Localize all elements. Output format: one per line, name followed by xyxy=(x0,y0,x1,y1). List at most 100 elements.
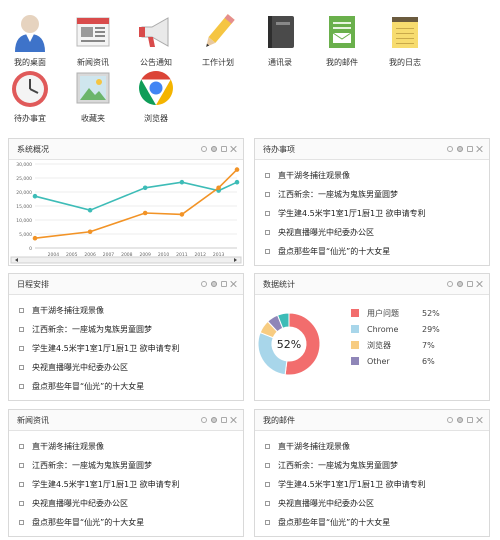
list-item[interactable]: 央视直播曝光中纪委办公区 xyxy=(265,494,489,513)
mail-icon xyxy=(322,12,362,52)
chart-scrollbar xyxy=(10,256,242,264)
list-item[interactable]: 学生建4.5米宇1室1厅1厨1卫 欲申请专利 xyxy=(19,339,243,358)
list-item-text: 学生建4.5米宇1室1厅1厨1卫 欲申请专利 xyxy=(32,480,180,489)
app-browser[interactable]: 浏览器 xyxy=(126,68,186,124)
gear-icon[interactable] xyxy=(457,146,463,152)
expand-icon[interactable] xyxy=(467,281,473,287)
list-item-text: 学生建4.5米宇1室1厅1厨1卫 欲申请专利 xyxy=(32,344,180,353)
refresh-icon[interactable] xyxy=(201,417,207,423)
legend-item: Other 6% xyxy=(351,353,481,369)
legend-swatch xyxy=(351,309,359,317)
close-icon[interactable] xyxy=(231,146,237,152)
list-item[interactable]: 直干湖冬捕往观景像 xyxy=(265,437,489,456)
checkbox-icon xyxy=(265,192,270,197)
expand-icon[interactable] xyxy=(467,417,473,423)
data-point xyxy=(216,185,221,191)
close-icon[interactable] xyxy=(231,281,237,287)
checkbox-icon xyxy=(265,249,270,254)
list-item-text: 学生建4.5米宇1室1厅1厨1卫 欲申请专利 xyxy=(278,480,426,489)
address-book-icon xyxy=(260,12,300,52)
legend-value: 52% xyxy=(422,308,440,318)
data-point xyxy=(179,179,185,185)
gear-icon[interactable] xyxy=(211,281,217,287)
gear-icon[interactable] xyxy=(211,417,217,423)
app-label: 新闻资讯 xyxy=(77,58,109,67)
list-item[interactable]: 央视直播曝光中纪委办公区 xyxy=(19,494,243,513)
refresh-icon[interactable] xyxy=(447,146,453,152)
clock-icon xyxy=(10,68,50,108)
panel-header: 数据统计 xyxy=(255,274,489,295)
app-contacts[interactable]: 通讯录 xyxy=(250,12,310,68)
list-item[interactable]: 江西新余：一座城为鬼族男童圆梦 xyxy=(19,320,243,339)
data-point xyxy=(234,179,240,185)
panel-header: 系统概况 xyxy=(9,139,243,160)
app-todo[interactable]: 待办事宜 xyxy=(0,68,60,124)
list-item[interactable]: 盘点那些年冒“仙光”的十大女星 xyxy=(19,377,243,396)
list-item[interactable]: 学生建4.5米宇1室1厅1厨1卫 欲申请专利 xyxy=(265,204,489,223)
list-item[interactable]: 江西新余：一座城为鬼族男童圆梦 xyxy=(265,185,489,204)
expand-icon[interactable] xyxy=(221,146,227,152)
app-my-journal[interactable]: 我的日志 xyxy=(375,12,435,68)
panel-system-overview: 系统概况 30,000 25,000 20,000 15,000 10,000 5,000… xyxy=(8,138,244,266)
refresh-icon[interactable] xyxy=(201,146,207,152)
list-item-text: 央视直播曝光中纪委办公区 xyxy=(32,499,128,508)
close-icon[interactable] xyxy=(231,417,237,423)
expand-icon[interactable] xyxy=(467,146,473,152)
app-favorites[interactable]: 收藏夹 xyxy=(63,68,123,124)
checkbox-icon xyxy=(19,308,24,313)
legend-swatch xyxy=(351,357,359,365)
refresh-icon[interactable] xyxy=(201,281,207,287)
panel-schedule: 日程安排 直干湖冬捕往观景像 江西新余：一座城为鬼族男童圆梦 学生建4.5米宇1… xyxy=(8,273,244,401)
expand-icon[interactable] xyxy=(221,281,227,287)
list-item[interactable]: 学生建4.5米宇1室1厅1厨1卫 欲申请专利 xyxy=(19,475,243,494)
app-my-desktop[interactable]: 我的桌面 xyxy=(0,12,60,68)
panel-title: 待办事项 xyxy=(263,144,295,154)
expand-icon[interactable] xyxy=(221,417,227,423)
checkbox-icon xyxy=(265,444,270,449)
gear-icon[interactable] xyxy=(211,146,217,152)
legend-label: Other xyxy=(367,356,390,366)
list-item-text: 直干湖冬捕往观景像 xyxy=(278,171,350,180)
panel-header: 我的邮件 xyxy=(255,410,489,431)
app-work-plan[interactable]: 工作计划 xyxy=(188,12,248,68)
user-avatar-icon xyxy=(10,12,50,52)
list-item[interactable]: 央视直播曝光中纪委办公区 xyxy=(19,358,243,377)
checkbox-icon xyxy=(19,444,24,449)
close-icon[interactable] xyxy=(477,146,483,152)
list-item[interactable]: 盘点那些年冒“仙光”的十大女星 xyxy=(265,513,489,532)
gear-icon[interactable] xyxy=(457,281,463,287)
list-item[interactable]: 直干湖冬捕往观景像 xyxy=(265,166,489,185)
panel-title: 我的邮件 xyxy=(263,415,295,425)
panel-tools xyxy=(201,281,243,287)
todo-list: 直干湖冬捕往观景像 江西新余：一座城为鬼族男童圆梦 学生建4.5米宇1室1厅1厨… xyxy=(255,160,489,261)
gear-icon[interactable] xyxy=(457,417,463,423)
refresh-icon[interactable] xyxy=(447,281,453,287)
list-item[interactable]: 盘点那些年冒“仙光”的十大女星 xyxy=(19,513,243,532)
list-item[interactable]: 学生建4.5米宇1室1厅1厨1卫 欲申请专利 xyxy=(265,475,489,494)
list-item[interactable]: 央视直播曝光中纪委办公区 xyxy=(265,223,489,242)
legend-swatch xyxy=(351,341,359,349)
app-news[interactable]: 新闻资讯 xyxy=(63,12,123,68)
list-item[interactable]: 直干湖冬捕往观景像 xyxy=(19,437,243,456)
app-announcements[interactable]: 公告通知 xyxy=(126,12,186,68)
app-my-mail[interactable]: 我的邮件 xyxy=(312,12,372,68)
list-item[interactable]: 盘点那些年冒“仙光”的十大女星 xyxy=(265,242,489,261)
close-icon[interactable] xyxy=(477,417,483,423)
list-item[interactable]: 直干湖冬捕往观景像 xyxy=(19,301,243,320)
data-point xyxy=(32,193,38,199)
list-item[interactable]: 江西新余：一座城为鬼族男童圆梦 xyxy=(19,456,243,475)
refresh-icon[interactable] xyxy=(447,417,453,423)
data-point xyxy=(142,185,148,191)
panel-title: 系统概况 xyxy=(17,144,49,154)
list-item[interactable]: 江西新余：一座城为鬼族男童圆梦 xyxy=(265,456,489,475)
list-item-text: 江西新余：一座城为鬼族男童圆梦 xyxy=(278,190,398,199)
list-item-text: 央视直播曝光中纪委办公区 xyxy=(278,499,374,508)
list-item-text: 盘点那些年冒“仙光”的十大女星 xyxy=(278,518,391,527)
panel-tools xyxy=(201,417,243,423)
data-point xyxy=(142,210,148,216)
checkbox-icon xyxy=(265,211,270,216)
legend-label: Chrome xyxy=(367,324,399,334)
list-item-text: 江西新余：一座城为鬼族男童圆梦 xyxy=(32,461,152,470)
close-icon[interactable] xyxy=(477,281,483,287)
app-label: 收藏夹 xyxy=(81,114,105,123)
